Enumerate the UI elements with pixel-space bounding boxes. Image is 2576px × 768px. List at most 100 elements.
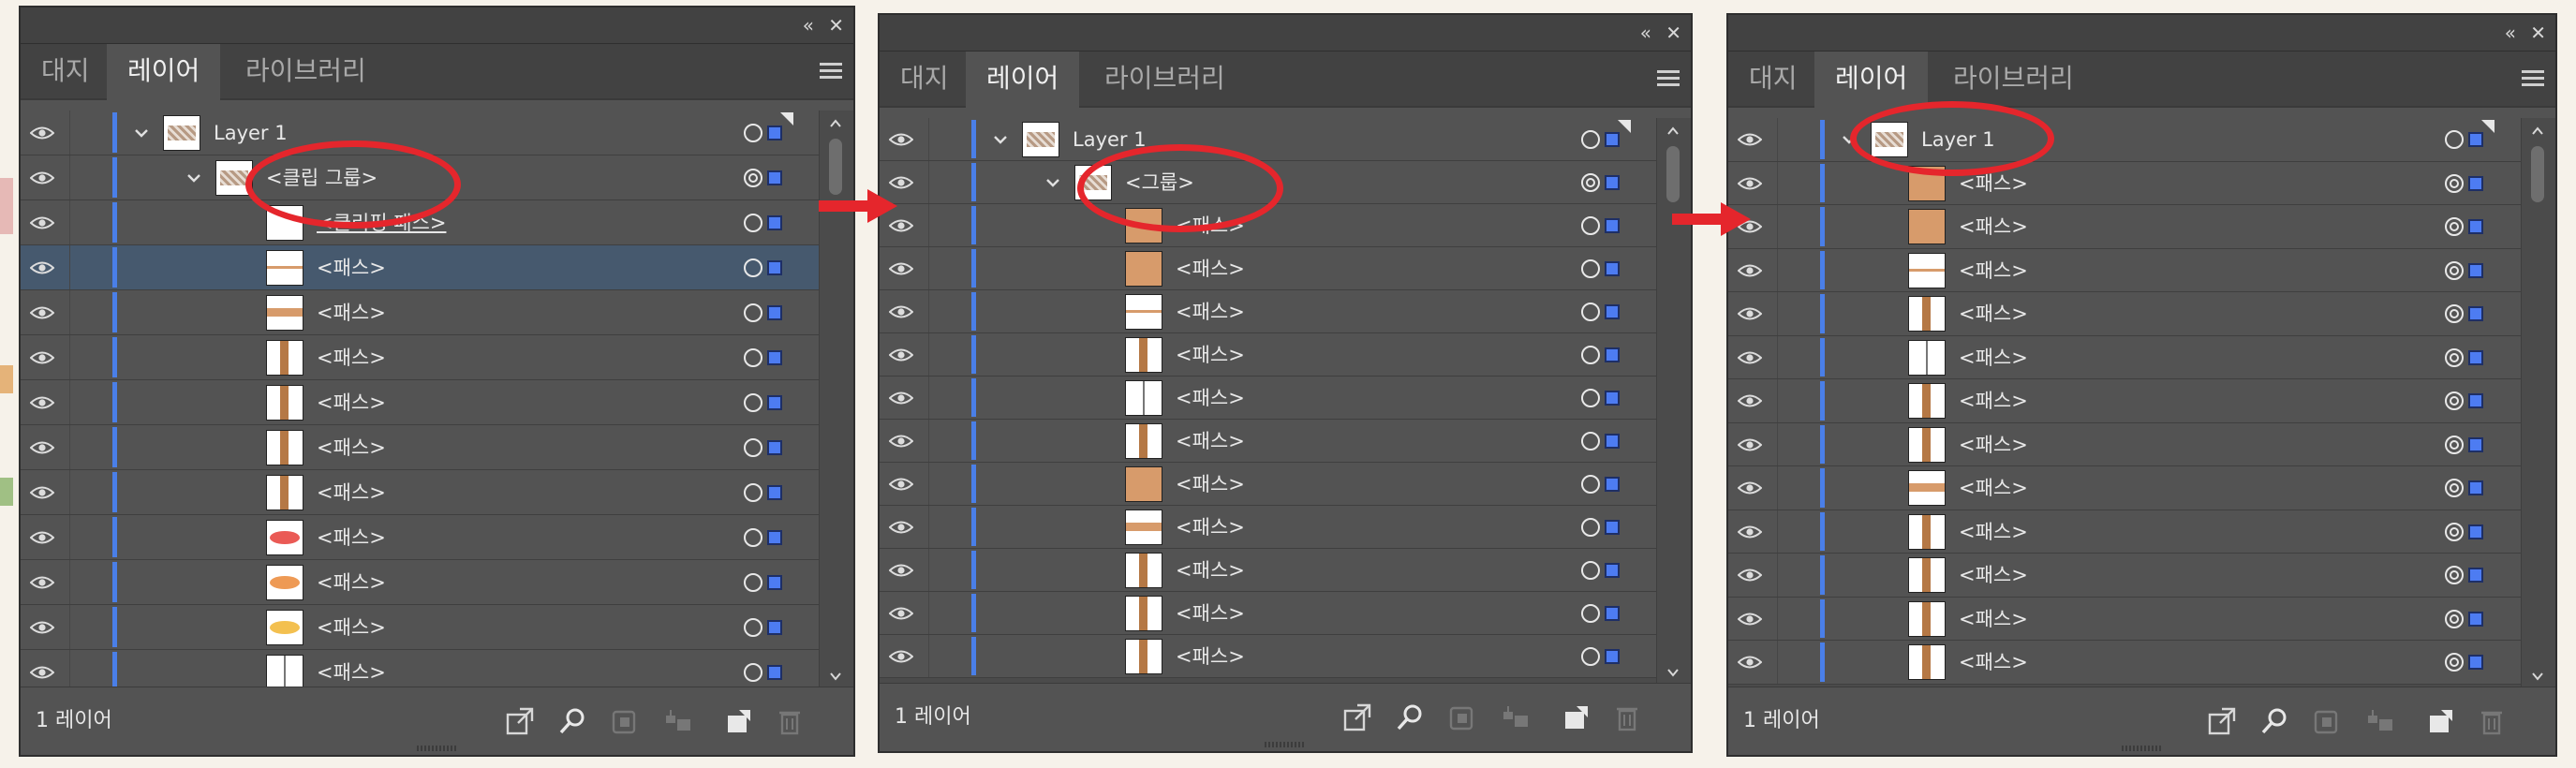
scroll-down-icon[interactable] <box>1666 665 1680 680</box>
selection-square-icon[interactable] <box>767 170 782 185</box>
layer-name[interactable]: <패스> <box>317 470 386 515</box>
layer-row[interactable]: <패스> <box>21 290 820 335</box>
layer-name[interactable]: <패스> <box>1959 466 2028 510</box>
selection-square-icon[interactable] <box>2468 262 2483 278</box>
target-circle-icon[interactable] <box>2445 653 2464 672</box>
selection-square-icon[interactable] <box>1605 218 1620 233</box>
layer-name[interactable]: <패스> <box>1176 290 1245 333</box>
layer-row[interactable]: <패스> <box>21 380 820 425</box>
target-circle-icon[interactable] <box>2445 391 2464 411</box>
visibility-eye-icon[interactable] <box>30 620 54 635</box>
layer-row[interactable]: <패스> <box>21 470 820 515</box>
layer-name[interactable]: <패스> <box>1959 336 2028 380</box>
lock-column[interactable] <box>1777 248 1778 291</box>
scroll-up-icon[interactable] <box>1666 124 1680 139</box>
target-circle-icon[interactable] <box>744 528 762 547</box>
visibility-eye-icon[interactable] <box>1738 263 1762 278</box>
layer-name[interactable]: <패스> <box>1959 510 2028 554</box>
lock-column[interactable] <box>928 247 929 289</box>
panel-menu-icon[interactable] <box>2522 70 2544 87</box>
layer-name[interactable]: <패스> <box>1959 641 2028 685</box>
visibility-eye-icon[interactable] <box>30 665 54 680</box>
selection-square-icon[interactable] <box>767 620 782 635</box>
lock-column[interactable] <box>1777 118 1778 161</box>
layer-name[interactable]: <패스> <box>1176 549 1245 592</box>
collapse-panel-icon[interactable]: « <box>1640 21 1651 45</box>
collapse-panel-icon[interactable]: « <box>2505 21 2516 45</box>
lock-column[interactable] <box>928 420 929 462</box>
target-circle-icon[interactable] <box>1581 303 1600 321</box>
lock-column[interactable] <box>69 111 70 155</box>
target-circle-icon[interactable] <box>2445 217 2464 237</box>
target-circle-icon[interactable] <box>744 573 762 592</box>
scroll-up-icon[interactable] <box>2530 124 2545 139</box>
selection-square-icon[interactable] <box>1605 606 1620 621</box>
target-circle-icon[interactable] <box>1581 346 1600 364</box>
layer-name[interactable]: <패스> <box>1176 635 1245 678</box>
layer-name[interactable]: <패스> <box>1959 379 2028 423</box>
collapse-panel-icon[interactable]: « <box>803 13 814 37</box>
lock-column[interactable] <box>69 425 70 469</box>
target-circle-icon[interactable] <box>2445 304 2464 324</box>
layer-name[interactable]: <패스> <box>1959 598 2028 642</box>
layer-row[interactable]: <패스> <box>21 560 820 605</box>
layer-row[interactable]: <패스> <box>1728 292 2522 336</box>
tab-libraries[interactable]: 라이브러리 <box>1932 52 2095 106</box>
selection-square-icon[interactable] <box>767 395 782 410</box>
expand-chevron-icon[interactable] <box>185 170 202 186</box>
target-circle-icon[interactable] <box>1581 518 1600 537</box>
selection-square-icon[interactable] <box>767 485 782 500</box>
layer-name[interactable]: <패스> <box>317 290 386 335</box>
resize-grip[interactable] <box>2121 746 2163 751</box>
close-panel-icon[interactable]: ✕ <box>828 13 844 37</box>
selection-square-icon[interactable] <box>1605 434 1620 449</box>
lock-column[interactable] <box>1777 379 1778 422</box>
selection-square-icon[interactable] <box>767 440 782 455</box>
expand-chevron-icon[interactable] <box>1044 174 1061 191</box>
layer-row[interactable]: <패스> <box>1728 379 2522 423</box>
target-circle-icon[interactable] <box>2445 435 2464 454</box>
lock-column[interactable] <box>928 161 929 203</box>
lock-column[interactable] <box>928 635 929 677</box>
target-circle-icon[interactable] <box>1581 259 1600 278</box>
target-circle-icon[interactable] <box>1581 647 1600 666</box>
lock-column[interactable] <box>69 290 70 334</box>
lock-column[interactable] <box>928 506 929 548</box>
visibility-eye-icon[interactable] <box>889 520 913 535</box>
tab-layers[interactable]: 레이어 <box>1814 52 1929 108</box>
target-circle-icon[interactable] <box>744 303 762 322</box>
target-circle-icon[interactable] <box>744 124 762 142</box>
layer-row[interactable]: <패스> <box>1728 248 2522 292</box>
target-circle-icon[interactable] <box>2445 173 2464 193</box>
layer-row[interactable]: Layer 1 <box>1728 118 2522 162</box>
selection-square-icon[interactable] <box>2468 306 2483 322</box>
scroll-down-icon[interactable] <box>828 669 843 684</box>
lock-column[interactable] <box>928 592 929 634</box>
visibility-eye-icon[interactable] <box>30 170 54 185</box>
lock-column[interactable] <box>1777 292 1778 335</box>
layer-row[interactable]: <패스> <box>1728 205 2522 249</box>
tab-libraries[interactable]: 라이브러리 <box>1084 52 1246 106</box>
layer-row[interactable]: <패스> <box>1728 335 2522 380</box>
visibility-eye-icon[interactable] <box>30 305 54 320</box>
layer-row[interactable]: <패스> <box>880 247 1657 290</box>
tab-layers[interactable]: 레이어 <box>107 44 221 100</box>
target-circle-icon[interactable] <box>2445 130 2464 150</box>
layer-name[interactable]: <패스> <box>1959 292 2028 336</box>
layer-row[interactable]: <패스> <box>880 333 1657 377</box>
lock-column[interactable] <box>69 605 70 649</box>
visibility-eye-icon[interactable] <box>889 132 913 147</box>
visibility-eye-icon[interactable] <box>30 395 54 410</box>
layer-name[interactable]: <패스> <box>1959 423 2028 467</box>
layer-row[interactable]: <패스> <box>21 515 820 560</box>
lock-column[interactable] <box>1777 466 1778 510</box>
layer-row[interactable]: <패스> <box>880 420 1657 463</box>
visibility-eye-icon[interactable] <box>1738 524 1762 539</box>
layer-row[interactable]: <패스> <box>1728 597 2522 642</box>
selection-square-icon[interactable] <box>767 350 782 365</box>
layer-name[interactable]: Layer 1 <box>214 111 288 155</box>
new-layer-button[interactable] <box>722 706 752 736</box>
visibility-eye-icon[interactable] <box>1738 306 1762 321</box>
layer-row[interactable]: <패스> <box>1728 554 2522 598</box>
new-layer-button[interactable] <box>1560 702 1590 732</box>
